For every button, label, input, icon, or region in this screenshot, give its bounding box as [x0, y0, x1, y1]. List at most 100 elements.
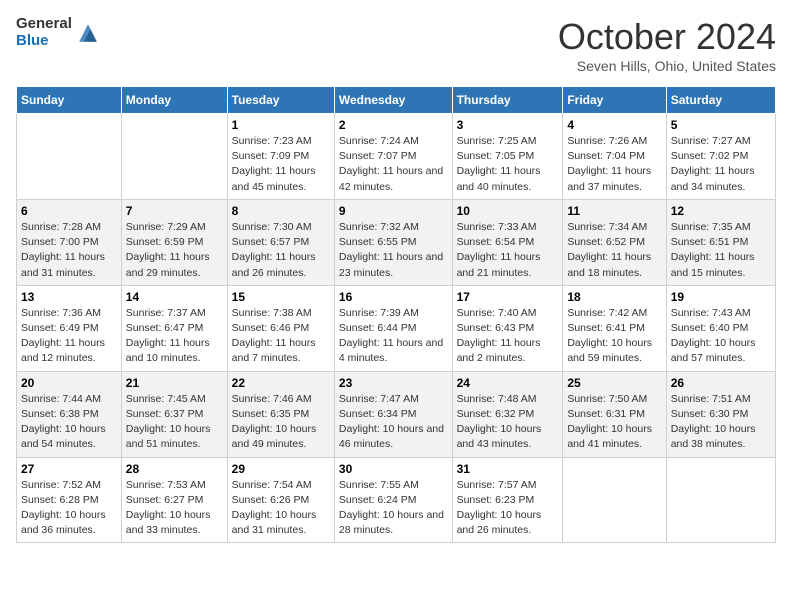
- day-info: Sunrise: 7:26 AM Sunset: 7:04 PM Dayligh…: [567, 134, 661, 195]
- calendar-cell: 18Sunrise: 7:42 AM Sunset: 6:41 PM Dayli…: [563, 285, 666, 371]
- day-info: Sunrise: 7:33 AM Sunset: 6:54 PM Dayligh…: [457, 220, 559, 281]
- title-block: October 2024 Seven Hills, Ohio, United S…: [558, 16, 776, 74]
- day-number: 17: [457, 290, 559, 304]
- day-info: Sunrise: 7:34 AM Sunset: 6:52 PM Dayligh…: [567, 220, 661, 281]
- day-number: 19: [671, 290, 771, 304]
- calendar-cell: 5 Sunrise: 7:27 AM Sunset: 7:02 PM Daylig…: [666, 114, 775, 200]
- day-info: Sunrise: 7:30 AM Sunset: 6:57 PM Dayligh…: [232, 220, 330, 281]
- calendar-cell: 31 Sunrise: 7:57 AM Sunset: 6:23 PM Dayli…: [452, 457, 563, 543]
- weekday-header-monday: Monday: [121, 87, 227, 114]
- weekday-header-thursday: Thursday: [452, 87, 563, 114]
- calendar-cell: 4 Sunrise: 7:26 AM Sunset: 7:04 PM Daylig…: [563, 114, 666, 200]
- day-info: Sunrise: 7:57 AM Sunset: 6:23 PM Dayligh…: [457, 478, 559, 539]
- calendar-cell: 19 Sunrise: 7:43 AM Sunset: 6:40 PM Dayli…: [666, 285, 775, 371]
- day-number: 26: [671, 376, 771, 390]
- day-info: Sunrise: 7:32 AM Sunset: 6:55 PM Dayligh…: [339, 220, 448, 281]
- calendar-cell: [666, 457, 775, 543]
- week-row-3: 13 Sunrise: 7:36 AM Sunset: 6:49 PM Dayli…: [17, 285, 776, 371]
- day-number: 4: [567, 118, 661, 132]
- calendar-header: SundayMondayTuesdayWednesdayThursdayFrid…: [17, 87, 776, 114]
- day-info: Sunrise: 7:47 AM Sunset: 6:34 PM Dayligh…: [339, 392, 448, 453]
- day-info: Sunrise: 7:35 AM Sunset: 6:51 PM Dayligh…: [671, 220, 771, 281]
- calendar-cell: 7 Sunrise: 7:29 AM Sunset: 6:59 PM Daylig…: [121, 199, 227, 285]
- day-info: Sunrise: 7:44 AM Sunset: 6:38 PM Dayligh…: [21, 392, 117, 453]
- calendar-cell: 27 Sunrise: 7:52 AM Sunset: 6:28 PM Dayli…: [17, 457, 122, 543]
- calendar-cell: 9 Sunrise: 7:32 AM Sunset: 6:55 PM Daylig…: [334, 199, 452, 285]
- logo: General Blue: [16, 16, 100, 49]
- calendar-cell: 20 Sunrise: 7:44 AM Sunset: 6:38 PM Dayli…: [17, 371, 122, 457]
- weekday-header-saturday: Saturday: [666, 87, 775, 114]
- calendar-cell: [121, 114, 227, 200]
- day-number: 3: [457, 118, 559, 132]
- day-info: Sunrise: 7:36 AM Sunset: 6:49 PM Dayligh…: [21, 306, 117, 367]
- day-info: Sunrise: 7:24 AM Sunset: 7:07 PM Dayligh…: [339, 134, 448, 195]
- calendar-cell: 24Sunrise: 7:48 AM Sunset: 6:32 PM Dayli…: [452, 371, 563, 457]
- day-number: 2: [339, 118, 448, 132]
- day-number: 10: [457, 204, 559, 218]
- calendar-cell: 11Sunrise: 7:34 AM Sunset: 6:52 PM Dayli…: [563, 199, 666, 285]
- calendar-table: SundayMondayTuesdayWednesdayThursdayFrid…: [16, 86, 776, 543]
- calendar-cell: 23 Sunrise: 7:47 AM Sunset: 6:34 PM Dayli…: [334, 371, 452, 457]
- calendar-cell: 25Sunrise: 7:50 AM Sunset: 6:31 PM Dayli…: [563, 371, 666, 457]
- calendar-cell: 28 Sunrise: 7:53 AM Sunset: 6:27 PM Dayli…: [121, 457, 227, 543]
- day-number: 13: [21, 290, 117, 304]
- day-number: 28: [126, 462, 223, 476]
- day-number: 31: [457, 462, 559, 476]
- calendar-cell: 17 Sunrise: 7:40 AM Sunset: 6:43 PM Dayli…: [452, 285, 563, 371]
- day-number: 8: [232, 204, 330, 218]
- calendar-cell: 3 Sunrise: 7:25 AM Sunset: 7:05 PM Daylig…: [452, 114, 563, 200]
- calendar-cell: 16Sunrise: 7:39 AM Sunset: 6:44 PM Dayli…: [334, 285, 452, 371]
- day-info: Sunrise: 7:43 AM Sunset: 6:40 PM Dayligh…: [671, 306, 771, 367]
- day-info: Sunrise: 7:53 AM Sunset: 6:27 PM Dayligh…: [126, 478, 223, 539]
- day-info: Sunrise: 7:29 AM Sunset: 6:59 PM Dayligh…: [126, 220, 223, 281]
- day-info: Sunrise: 7:48 AM Sunset: 6:32 PM Dayligh…: [457, 392, 559, 453]
- week-row-5: 27 Sunrise: 7:52 AM Sunset: 6:28 PM Dayli…: [17, 457, 776, 543]
- calendar-cell: 13 Sunrise: 7:36 AM Sunset: 6:49 PM Dayli…: [17, 285, 122, 371]
- weekday-header-wednesday: Wednesday: [334, 87, 452, 114]
- day-info: Sunrise: 7:23 AM Sunset: 7:09 PM Dayligh…: [232, 134, 330, 195]
- day-number: 30: [339, 462, 448, 476]
- day-info: Sunrise: 7:27 AM Sunset: 7:02 PM Dayligh…: [671, 134, 771, 195]
- calendar-cell: 2 Sunrise: 7:24 AM Sunset: 7:07 PM Daylig…: [334, 114, 452, 200]
- weekday-header-sunday: Sunday: [17, 87, 122, 114]
- calendar-cell: [17, 114, 122, 200]
- day-number: 12: [671, 204, 771, 218]
- week-row-2: 6Sunrise: 7:28 AM Sunset: 7:00 PM Daylig…: [17, 199, 776, 285]
- day-number: 9: [339, 204, 448, 218]
- month-title: October 2024: [558, 16, 776, 58]
- calendar-cell: 6Sunrise: 7:28 AM Sunset: 7:00 PM Daylig…: [17, 199, 122, 285]
- day-number: 20: [21, 376, 117, 390]
- calendar-cell: 14 Sunrise: 7:37 AM Sunset: 6:47 PM Dayli…: [121, 285, 227, 371]
- weekday-header-tuesday: Tuesday: [227, 87, 334, 114]
- calendar-cell: 21Sunrise: 7:45 AM Sunset: 6:37 PM Dayli…: [121, 371, 227, 457]
- day-info: Sunrise: 7:45 AM Sunset: 6:37 PM Dayligh…: [126, 392, 223, 453]
- day-number: 25: [567, 376, 661, 390]
- day-number: 23: [339, 376, 448, 390]
- day-info: Sunrise: 7:40 AM Sunset: 6:43 PM Dayligh…: [457, 306, 559, 367]
- logo-blue: Blue: [16, 33, 72, 50]
- day-number: 5: [671, 118, 771, 132]
- day-number: 15: [232, 290, 330, 304]
- calendar-cell: 10 Sunrise: 7:33 AM Sunset: 6:54 PM Dayli…: [452, 199, 563, 285]
- logo-general: General: [16, 16, 72, 33]
- day-number: 7: [126, 204, 223, 218]
- calendar-cell: 1 Sunrise: 7:23 AM Sunset: 7:09 PM Daylig…: [227, 114, 334, 200]
- logo-icon: [76, 21, 100, 45]
- day-number: 14: [126, 290, 223, 304]
- calendar-cell: 29Sunrise: 7:54 AM Sunset: 6:26 PM Dayli…: [227, 457, 334, 543]
- day-number: 6: [21, 204, 117, 218]
- calendar-body: 1 Sunrise: 7:23 AM Sunset: 7:09 PM Daylig…: [17, 114, 776, 543]
- week-row-4: 20 Sunrise: 7:44 AM Sunset: 6:38 PM Dayli…: [17, 371, 776, 457]
- day-info: Sunrise: 7:37 AM Sunset: 6:47 PM Dayligh…: [126, 306, 223, 367]
- day-number: 18: [567, 290, 661, 304]
- day-info: Sunrise: 7:52 AM Sunset: 6:28 PM Dayligh…: [21, 478, 117, 539]
- weekday-header-friday: Friday: [563, 87, 666, 114]
- location: Seven Hills, Ohio, United States: [558, 58, 776, 74]
- day-info: Sunrise: 7:55 AM Sunset: 6:24 PM Dayligh…: [339, 478, 448, 539]
- page-header: General Blue October 2024 Seven Hills, O…: [16, 16, 776, 74]
- calendar-cell: 15Sunrise: 7:38 AM Sunset: 6:46 PM Dayli…: [227, 285, 334, 371]
- calendar-cell: 30 Sunrise: 7:55 AM Sunset: 6:24 PM Dayli…: [334, 457, 452, 543]
- day-number: 27: [21, 462, 117, 476]
- day-info: Sunrise: 7:25 AM Sunset: 7:05 PM Dayligh…: [457, 134, 559, 195]
- day-number: 1: [232, 118, 330, 132]
